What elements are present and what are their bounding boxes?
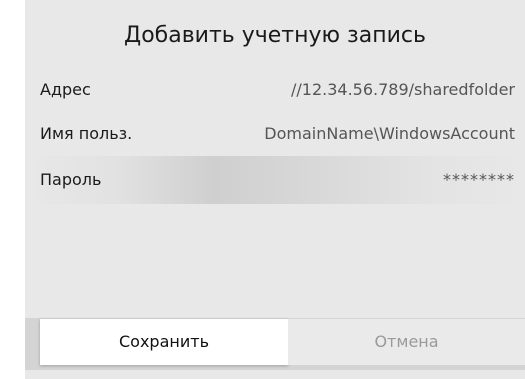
save-button[interactable]: Сохранить [40,319,288,365]
cancel-button[interactable]: Отмена [288,319,525,365]
username-value: DomainName\WindowsAccount [264,124,515,143]
add-account-dialog: Добавить учетную запись Адрес //12.34.56… [25,0,525,379]
username-label: Имя польз. [40,124,133,143]
password-value: ******** [443,170,515,189]
dialog-title: Добавить учетную запись [124,23,426,48]
password-field[interactable]: Пароль ******** [25,156,525,204]
address-label: Адрес [40,80,91,99]
password-label: Пароль [40,170,102,189]
address-value: //12.34.56.789/sharedfolder [291,80,515,99]
username-field[interactable]: Имя польз. DomainName\WindowsAccount [25,114,525,154]
address-field[interactable]: Адрес //12.34.56.789/sharedfolder [25,70,525,110]
